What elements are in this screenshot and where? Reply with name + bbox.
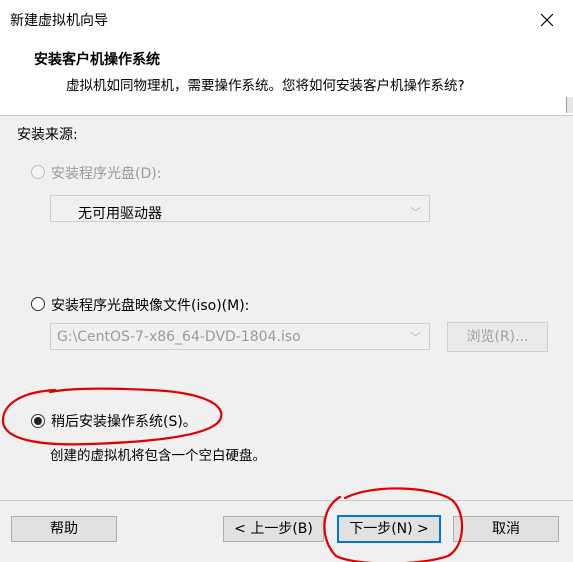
- next-button[interactable]: 下一步(N) >: [337, 515, 441, 543]
- footer-separator: [0, 500, 573, 501]
- iso-path-combo[interactable]: G:\CentOS-7-x86_64-DVD-1804.iso ﹀: [50, 323, 430, 350]
- browse-button[interactable]: 浏览(R)...: [447, 322, 548, 352]
- window-title: 新建虚拟机向导: [10, 13, 108, 29]
- radio-disc-drive-label: 安装程序光盘(D):: [51, 166, 162, 182]
- page-subtitle: 虚拟机如同物理机，需要操作系统。您将如何安装客户机操作系统?: [66, 78, 465, 94]
- close-icon: [540, 13, 554, 27]
- title-bar: 新建虚拟机向导: [0, 0, 573, 40]
- wizard-header: 安装客户机操作系统 虚拟机如同物理机，需要操作系统。您将如何安装客户机操作系统?: [0, 40, 573, 116]
- back-button[interactable]: < 上一步(B): [223, 516, 324, 542]
- radio-install-later-label: 稍后安装操作系统(S)。: [51, 414, 197, 430]
- radio-disc-drive[interactable]: [31, 165, 45, 179]
- scrollbar-edge: [566, 97, 573, 113]
- chevron-down-icon: ﹀: [410, 206, 421, 219]
- radio-iso-image-label: 安装程序光盘映像文件(iso)(M):: [51, 298, 250, 314]
- install-later-description: 创建的虚拟机将包含一个空白硬盘。: [50, 448, 266, 464]
- install-source-label: 安装来源:: [17, 127, 78, 143]
- page-title: 安装客户机操作系统: [34, 52, 160, 68]
- radio-install-later[interactable]: [31, 414, 45, 428]
- radio-iso-image[interactable]: [31, 297, 45, 311]
- iso-path-value: G:\CentOS-7-x86_64-DVD-1804.iso: [57, 329, 301, 345]
- cancel-button[interactable]: 取消: [453, 516, 559, 542]
- drive-select[interactable]: 无可用驱动器 ﹀: [50, 195, 430, 222]
- chevron-down-icon: ﹀: [410, 331, 421, 344]
- close-button[interactable]: [529, 2, 565, 38]
- new-vm-wizard-window: 新建虚拟机向导 安装客户机操作系统 虚拟机如同物理机，需要操作系统。您将如何安装…: [0, 0, 573, 562]
- help-button[interactable]: 帮助: [11, 516, 117, 542]
- drive-select-value: 无可用驱动器: [78, 206, 162, 222]
